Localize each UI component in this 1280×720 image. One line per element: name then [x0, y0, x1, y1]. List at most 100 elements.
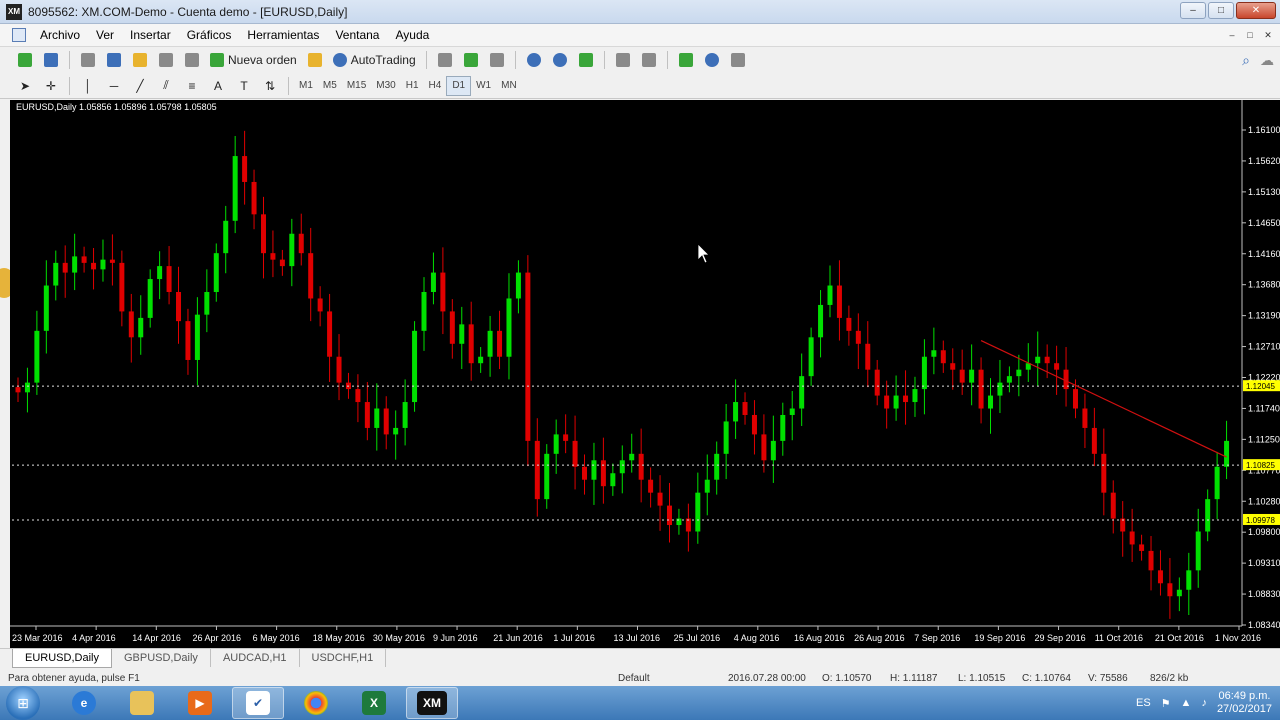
channel-button[interactable]: ⫽ [155, 76, 177, 96]
start-button[interactable]: ⊞ [6, 686, 40, 720]
taskbar-xm[interactable]: XM [406, 687, 458, 719]
taskbar-app-check[interactable]: ✔ [232, 687, 284, 719]
menu-graficos[interactable]: Gráficos [179, 28, 240, 42]
network-icon[interactable]: ▲ [1181, 697, 1192, 709]
volume-icon[interactable]: ♪ [1201, 697, 1207, 709]
search-icon[interactable]: ⌕ [1242, 52, 1250, 69]
chat-icon[interactable]: ☁ [1260, 52, 1274, 69]
candlestick-button[interactable] [460, 50, 482, 70]
candle-body [666, 505, 672, 526]
zoom-in-button[interactable] [523, 50, 545, 70]
indicators-button[interactable] [675, 50, 697, 70]
candle-body [109, 259, 115, 263]
candle-body [921, 356, 927, 390]
autotrading-button[interactable]: AutoTrading [330, 50, 419, 70]
flag-icon[interactable]: ⚑ [1161, 697, 1171, 710]
trendline-button[interactable]: ╱ [129, 76, 151, 96]
taskbar-ie[interactable]: e [58, 687, 110, 719]
horizontal-line-button[interactable]: ─ [103, 76, 125, 96]
left-panel-edge [0, 100, 16, 648]
text-label-button[interactable]: T [233, 76, 255, 96]
candle-body [157, 266, 163, 280]
minimize-button[interactable]: – [1180, 2, 1206, 19]
tab-eurusd-daily[interactable]: EURUSD,Daily [12, 649, 112, 668]
fibonacci-button[interactable]: ≡ [181, 76, 203, 96]
timeframe-h1[interactable]: H1 [401, 76, 424, 96]
tab-gbpusd-daily[interactable]: GBPUSD,Daily [112, 649, 211, 667]
new-order-button[interactable]: Nueva orden [207, 50, 300, 70]
timeframe-h4[interactable]: H4 [424, 76, 447, 96]
menu-ayuda[interactable]: Ayuda [387, 28, 437, 42]
templates-button[interactable] [727, 50, 749, 70]
mdi-minimize-button[interactable]: – [1224, 28, 1240, 42]
new-chart-button[interactable] [14, 50, 36, 70]
tab-usdchf-h1[interactable]: USDCHF,H1 [300, 649, 387, 667]
data-window-button[interactable] [103, 50, 125, 70]
candle-body [91, 262, 97, 270]
candle-body [582, 466, 588, 480]
timeframe-w1[interactable]: W1 [471, 76, 496, 96]
price-label: 1.16100 [1248, 125, 1280, 135]
mdi-restore-button[interactable]: □ [1242, 28, 1258, 42]
candle-body [62, 262, 68, 273]
candle-body [53, 262, 59, 286]
candle-body [818, 304, 824, 338]
title-bar: XM 8095562: XM.COM-Demo - Cuenta demo - … [0, 0, 1280, 24]
timeframe-d1[interactable]: D1 [446, 75, 472, 96]
candle-body [289, 233, 295, 267]
channel-icon: ⫽ [163, 78, 169, 92]
zoom-out-button[interactable] [549, 50, 571, 70]
bar-chart-button[interactable] [434, 50, 456, 70]
chart-shift-button[interactable] [612, 50, 634, 70]
arrows-button[interactable]: ⇅ [259, 76, 281, 96]
date-label: 16 Aug 2016 [794, 633, 845, 643]
timeframe-m5[interactable]: M5 [318, 76, 342, 96]
timeframe-m1[interactable]: M1 [294, 76, 318, 96]
price-label: 1.09310 [1248, 558, 1280, 568]
candle-body [1091, 427, 1097, 454]
market-watch-button[interactable] [77, 50, 99, 70]
tab-audcad-h1[interactable]: AUDCAD,H1 [211, 649, 300, 667]
taskbar-explorer[interactable] [116, 687, 168, 719]
candle-body [591, 460, 597, 480]
chart-canvas[interactable]: 1.16100 1.15620 1.15130 1.14650 1.14160 1.136… [10, 100, 1280, 648]
candle-body [242, 156, 248, 182]
timeframe-m30[interactable]: M30 [371, 76, 400, 96]
tray-clock[interactable]: 06:49 p.m. 27/02/2017 [1217, 690, 1272, 716]
maximize-button[interactable]: □ [1208, 2, 1234, 19]
taskbar-chrome[interactable] [290, 687, 342, 719]
taskbar-excel[interactable]: X [348, 687, 400, 719]
taskbar-media[interactable]: ▶ [174, 687, 226, 719]
candle-body [629, 453, 635, 461]
candle-body [836, 285, 842, 318]
strategy-tester-button[interactable] [181, 50, 203, 70]
document-icon[interactable] [12, 28, 26, 42]
tile-windows-button[interactable] [575, 50, 597, 70]
vertical-line-button[interactable]: │ [77, 76, 99, 96]
metaeditor-button[interactable] [304, 50, 326, 70]
menu-ventana[interactable]: Ventana [327, 28, 387, 42]
autoscroll-button[interactable] [638, 50, 660, 70]
menu-herramientas[interactable]: Herramientas [239, 28, 327, 42]
line-chart-button[interactable] [486, 50, 508, 70]
close-button[interactable]: ✕ [1236, 2, 1276, 19]
candle-body [194, 314, 200, 360]
profiles-button[interactable] [40, 50, 62, 70]
navigator-button[interactable] [129, 50, 151, 70]
menu-ver[interactable]: Ver [88, 28, 122, 42]
periods-button[interactable] [701, 50, 723, 70]
terminal-button[interactable] [155, 50, 177, 70]
timeframe-mn[interactable]: MN [496, 76, 522, 96]
menu-archivo[interactable]: Archivo [32, 28, 88, 42]
candle-body [1072, 389, 1078, 409]
date-label: 14 Apr 2016 [132, 633, 181, 643]
cursor-button[interactable]: ➤ [14, 76, 36, 96]
date-label: 9 Jun 2016 [433, 633, 478, 643]
timeframe-m15[interactable]: M15 [342, 76, 371, 96]
text-button[interactable]: A [207, 76, 229, 96]
menu-insertar[interactable]: Insertar [122, 28, 179, 42]
mdi-close-button[interactable]: ✕ [1260, 28, 1276, 42]
crosshair-button[interactable]: ✛ [40, 76, 62, 96]
price-chart[interactable]: 1.16100 1.15620 1.15130 1.14650 1.14160 1.136… [10, 100, 1280, 648]
language-indicator[interactable]: ES [1136, 697, 1151, 709]
